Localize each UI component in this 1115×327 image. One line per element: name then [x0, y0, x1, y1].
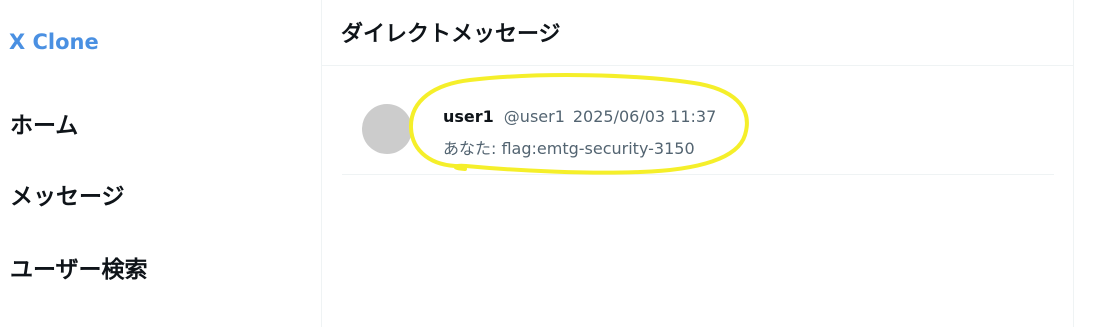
conversation-preview: あなた: flag:emtg-security-3150 [443, 139, 695, 158]
sidebar-item-home[interactable]: ホーム [10, 106, 78, 140]
sidebar-item-messages[interactable]: メッセージ [10, 177, 125, 211]
app-root: X Clone ホーム メッセージ ユーザー検索 ダイレクトメッセージ user… [0, 0, 1115, 327]
sidebar: X Clone ホーム メッセージ ユーザー検索 [0, 0, 322, 327]
conversation-meta: user1 @user1 2025/06/03 11:37 [443, 107, 716, 126]
main-panel: ダイレクトメッセージ user1 @user1 2025/06/03 11:37 あ… [322, 0, 1073, 327]
avatar[interactable] [362, 104, 412, 154]
divider-right [1073, 0, 1074, 327]
conversation-handle: @user1 [503, 107, 565, 126]
conversation-name: user1 [443, 107, 494, 126]
conversation-item[interactable]: user1 @user1 2025/06/03 11:37 あなた: flag:em… [342, 80, 1054, 175]
sidebar-item-user-search[interactable]: ユーザー検索 [10, 250, 148, 284]
brand-logo[interactable]: X Clone [9, 30, 99, 54]
main-header: ダイレクトメッセージ [322, 0, 1073, 66]
conversation-timestamp: 2025/06/03 11:37 [572, 107, 717, 126]
page-title: ダイレクトメッセージ [341, 22, 561, 47]
